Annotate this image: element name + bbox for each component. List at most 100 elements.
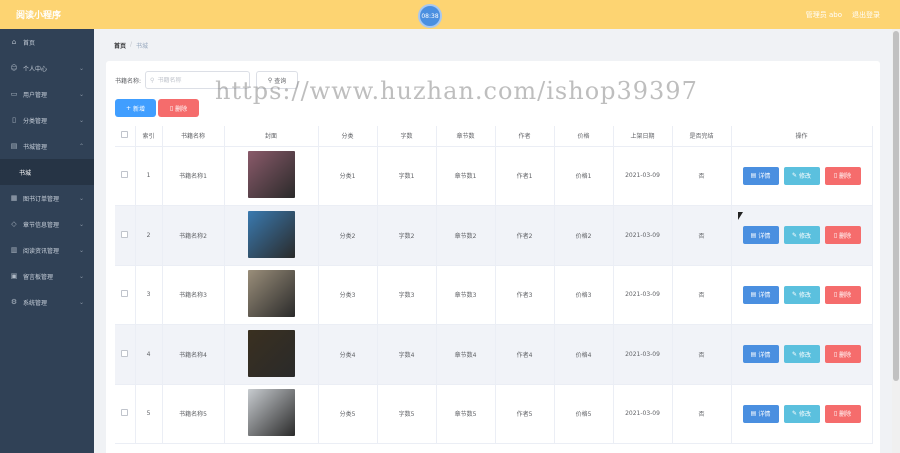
- row-actions: ▤ 详情 ✎ 修改 ▯ 删除: [732, 226, 872, 245]
- sidebar-item-users[interactable]: ▭ 用户管理 ⌄: [0, 81, 94, 107]
- detail-button[interactable]: ▤ 详情: [742, 226, 779, 245]
- order-icon: ▦: [10, 194, 18, 202]
- sidebar-item-label: 书城管理: [23, 143, 48, 151]
- detail-button[interactable]: ▤ 详情: [742, 345, 779, 364]
- sidebar-item-orders[interactable]: ▦ 图书订单管理 ⌄: [0, 185, 94, 211]
- cell-name: 书籍名称5: [162, 384, 225, 444]
- cell-index: 2: [135, 205, 163, 266]
- row-checkbox[interactable]: [121, 349, 129, 357]
- user-icon: ☺: [10, 64, 18, 72]
- search-input[interactable]: [157, 76, 238, 84]
- gear-icon: ⚙: [10, 298, 18, 306]
- delete-button[interactable]: ▯ 删除: [824, 404, 861, 423]
- trash-icon: ▯: [833, 410, 838, 418]
- sidebar-item-messages[interactable]: ▣ 留言板管理 ⌄: [0, 263, 94, 289]
- cell-chapters: 章节数4: [436, 324, 496, 385]
- search-icon: ⚲: [150, 76, 155, 84]
- column-header: 字数: [377, 126, 437, 147]
- cover-cell: [224, 146, 319, 206]
- column-header: 章节数: [436, 126, 496, 147]
- batch-delete-button[interactable]: ▯ 删除: [158, 99, 199, 117]
- row-checkbox[interactable]: [121, 290, 129, 298]
- content-panel: 书籍名称: ⚲ ⚲ 查询 + 新增 ▯ 删除: [106, 61, 880, 453]
- sidebar-item-news[interactable]: ▥ 阅读资讯管理 ⌄: [0, 237, 94, 263]
- chevron-down-icon: ⌄: [78, 220, 84, 228]
- scrollbar-thumb[interactable]: [893, 31, 899, 381]
- edit-button[interactable]: ✎ 修改: [783, 404, 820, 423]
- detail-button[interactable]: ▤ 详情: [742, 404, 779, 423]
- row-checkbox[interactable]: [121, 409, 129, 417]
- query-button[interactable]: ⚲ 查询: [256, 71, 299, 89]
- search-icon: ⚲: [267, 76, 273, 84]
- sidebar-item-profile[interactable]: ☺ 个人中心 ⌄: [0, 55, 94, 81]
- row-actions-cell: ▤ 详情 ✎ 修改 ▯ 删除: [731, 324, 873, 385]
- mouse-cursor: [738, 212, 743, 220]
- books-table: 索引 书籍名称 封面 分类 字数 章节数 作者 价格 上架日期 是否完结 操作 …: [115, 126, 873, 444]
- breadcrumb: 首页 / 书城: [114, 41, 148, 50]
- sidebar-item-label: 首页: [23, 39, 36, 47]
- cover-cell: [224, 384, 319, 444]
- edit-button[interactable]: ✎ 修改: [783, 345, 820, 364]
- column-header: 价格: [554, 126, 614, 147]
- cover-cell: [224, 265, 319, 325]
- top-right-links: 管理员 abo 退出登录: [806, 10, 880, 20]
- cell-name: 书籍名称3: [162, 265, 225, 325]
- news-icon: ▥: [10, 246, 18, 254]
- sidebar-item-chapters[interactable]: ◇ 章节信息管理 ⌄: [0, 211, 94, 237]
- row-checkbox[interactable]: [121, 230, 129, 238]
- cell-category: 分类4: [318, 324, 378, 385]
- detail-button[interactable]: ▤ 详情: [742, 285, 779, 304]
- row-actions: ▤ 详情 ✎ 修改 ▯ 删除: [732, 404, 872, 423]
- delete-button-label: 删除: [839, 173, 852, 181]
- column-header: 操作: [731, 126, 873, 147]
- row-actions-cell: ▤ 详情 ✎ 修改 ▯ 删除: [731, 265, 873, 325]
- cell-chapters: 章节数3: [436, 265, 496, 325]
- sidebar-item-label: 分类管理: [23, 117, 48, 125]
- book-cover-image: [247, 151, 295, 199]
- cell-date: 2021-03-09: [613, 146, 673, 206]
- cell-index: 1: [135, 146, 163, 206]
- search-row: 书籍名称: ⚲ ⚲ 查询: [115, 71, 299, 89]
- sidebar-item-category[interactable]: ▯ 分类管理 ⌄: [0, 107, 94, 133]
- home-icon: ⌂: [11, 38, 17, 46]
- cell-finished: 否: [672, 384, 732, 444]
- header-select-all[interactable]: [115, 126, 136, 147]
- delete-button[interactable]: ▯ 删除: [824, 345, 861, 364]
- edit-button[interactable]: ✎ 修改: [783, 226, 820, 245]
- cover-cell: [224, 324, 319, 385]
- cell-category: 分类2: [318, 205, 378, 266]
- sidebar-item-home[interactable]: ⌂ 首页: [0, 29, 94, 55]
- table-header-row: 索引 书籍名称 封面 分类 字数 章节数 作者 价格 上架日期 是否完结 操作: [115, 126, 873, 147]
- chevron-down-icon: ⌄: [78, 194, 84, 202]
- detail-button[interactable]: ▤ 详情: [742, 166, 779, 185]
- trash-icon: ▯: [833, 291, 838, 299]
- main-content: 首页 / 书城 书籍名称: ⚲ ⚲ 查询 + 新增 ▯ 删除: [94, 29, 892, 453]
- pencil-icon: ✎: [791, 172, 797, 180]
- add-button[interactable]: + 新增: [115, 99, 156, 117]
- row-checkbox[interactable]: [121, 171, 129, 179]
- select-all-checkbox[interactable]: [121, 131, 129, 139]
- delete-button[interactable]: ▯ 删除: [824, 166, 861, 185]
- breadcrumb-home[interactable]: 首页: [114, 41, 126, 50]
- edit-button[interactable]: ✎ 修改: [783, 166, 820, 185]
- folder-icon: ▭: [10, 90, 18, 98]
- trash-icon: ▯: [833, 231, 838, 239]
- edit-button[interactable]: ✎ 修改: [783, 285, 820, 304]
- logout-link[interactable]: 退出登录: [852, 10, 880, 20]
- cell-category: 分类5: [318, 384, 378, 444]
- delete-button-label: 删除: [839, 292, 852, 300]
- page-scrollbar[interactable]: [892, 29, 900, 453]
- chevron-down-icon: ⌄: [78, 272, 84, 280]
- delete-button[interactable]: ▯ 删除: [824, 285, 861, 304]
- edit-button-label: 修改: [799, 351, 812, 359]
- cell-words: 字数4: [377, 324, 437, 385]
- sidebar-item-label: 系统管理: [23, 299, 48, 307]
- delete-button-label: 删除: [839, 351, 852, 359]
- sidebar-item-label: 留言板管理: [23, 273, 54, 281]
- delete-button[interactable]: ▯ 删除: [824, 226, 861, 245]
- sidebar-item-system[interactable]: ⚙ 系统管理 ⌄: [0, 289, 94, 315]
- delete-button-label: 删除: [839, 232, 852, 240]
- sidebar-subitem-bookstore[interactable]: 书城: [0, 159, 94, 185]
- sidebar-item-bookstore[interactable]: ▤ 书城管理 ⌃: [0, 133, 94, 159]
- sidebar: ⌂ 首页 ☺ 个人中心 ⌄ ▭ 用户管理 ⌄ ▯ 分类管理 ⌄ ▤ 书城管理 ⌃…: [0, 29, 94, 453]
